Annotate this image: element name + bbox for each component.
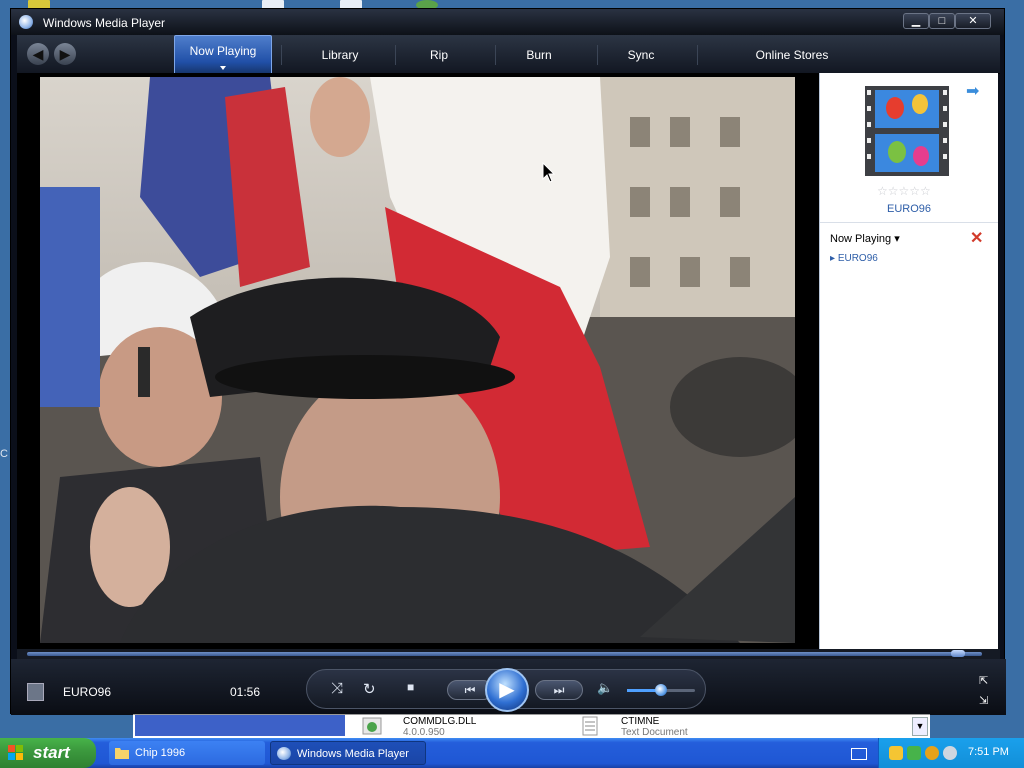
tab-rip[interactable]: Rip bbox=[399, 35, 479, 73]
repeat-button[interactable]: ↻ bbox=[363, 680, 376, 698]
window-title: Windows Media Player bbox=[43, 16, 166, 30]
explorer-file[interactable]: CTIMNE Text Document bbox=[621, 716, 688, 738]
media-info-icon[interactable] bbox=[27, 683, 44, 701]
selected-file[interactable] bbox=[135, 715, 345, 736]
close-button[interactable]: ✕ bbox=[955, 13, 991, 29]
rating-stars[interactable]: ☆☆☆☆☆ bbox=[877, 184, 931, 198]
full-mode-icon[interactable]: ⇱ bbox=[979, 675, 991, 687]
file-name: CTIMNE bbox=[621, 716, 660, 727]
playlist-item[interactable]: ▸ EURO96 bbox=[830, 253, 878, 264]
chevron-down-icon: ▾ bbox=[894, 233, 900, 245]
forward-button[interactable]: ▶ bbox=[54, 43, 76, 65]
search-icon[interactable] bbox=[925, 746, 939, 760]
playlist-item-label: EURO96 bbox=[837, 253, 878, 264]
skin-mode-icon[interactable]: ⇲ bbox=[979, 695, 991, 707]
play-button[interactable]: ▶ bbox=[485, 668, 529, 712]
tab-burn[interactable]: Burn bbox=[499, 35, 579, 73]
maximize-button[interactable]: □ bbox=[929, 13, 955, 29]
explorer-file[interactable]: COMMDLG.DLL 4.0.0.950 bbox=[403, 716, 476, 738]
pane-options-arrow-icon[interactable]: ➡ bbox=[966, 81, 979, 101]
playback-controls: EURO96 01:56 ⤨ ↻ ■ ⏮ ▶ ⏭ 🔈 ⇱ ⇲ bbox=[11, 659, 1006, 715]
tab-divider bbox=[495, 45, 496, 65]
seek-bar[interactable] bbox=[17, 649, 1000, 659]
now-playing-dropdown[interactable]: Now Playing ▾ bbox=[830, 232, 900, 245]
tab-now-playing[interactable]: Now Playing bbox=[174, 35, 272, 73]
tab-sync[interactable]: Sync bbox=[601, 35, 681, 73]
wmp-logo-icon bbox=[19, 15, 33, 29]
tab-library[interactable]: Library bbox=[287, 35, 393, 73]
desktop-edge-glyph: C bbox=[0, 448, 8, 460]
feature-taskbar: ◀ ▶ Now Playing Library Rip Burn Sync On… bbox=[17, 35, 1000, 74]
file-name: COMMDLG.DLL bbox=[403, 716, 477, 727]
media-player-window: Windows Media Player ▁ □ ✕ ◀ ▶ Now Playi… bbox=[10, 8, 1006, 715]
dropdown-label: Now Playing bbox=[830, 233, 892, 245]
explorer-file-strip: COMMDLG.DLL 4.0.0.950 CTIMNE Text Docume… bbox=[133, 714, 930, 739]
text-file-icon[interactable] bbox=[579, 716, 601, 736]
chevron-down-icon bbox=[220, 66, 226, 70]
transport-pod: ⤨ ↻ ■ ⏮ ▶ ⏭ 🔈 bbox=[306, 668, 706, 712]
mute-button[interactable]: 🔈 bbox=[597, 680, 613, 696]
clock[interactable]: 7:51 PM bbox=[968, 746, 1009, 758]
minimize-button[interactable]: ▁ bbox=[903, 13, 929, 29]
taskbar-item-media-player[interactable]: Windows Media Player bbox=[270, 741, 426, 765]
tab-divider bbox=[597, 45, 598, 65]
folder-icon bbox=[115, 748, 129, 759]
album-title[interactable]: EURO96 bbox=[820, 203, 998, 215]
security-shield-icon[interactable] bbox=[889, 746, 903, 760]
seek-handle[interactable] bbox=[950, 650, 965, 657]
dll-file-icon[interactable] bbox=[361, 716, 383, 736]
video-frame[interactable] bbox=[40, 77, 795, 643]
taskbar: start Chip 1996 Windows Media Player 7:5… bbox=[0, 738, 1024, 768]
tab-divider bbox=[395, 45, 396, 65]
video-area[interactable] bbox=[17, 73, 819, 649]
wmp-logo-icon bbox=[277, 747, 291, 760]
start-button[interactable]: start bbox=[0, 738, 96, 768]
next-button[interactable]: ⏭ bbox=[535, 680, 583, 700]
task-label: Chip 1996 bbox=[135, 747, 186, 759]
tab-label: Now Playing bbox=[189, 44, 257, 58]
volume-handle[interactable] bbox=[655, 684, 667, 696]
seek-track[interactable] bbox=[27, 652, 982, 656]
file-type: Text Document bbox=[621, 727, 688, 738]
taskbar-item-chip-1996[interactable]: Chip 1996 bbox=[109, 741, 265, 765]
elapsed-time[interactable]: 01:56 bbox=[230, 685, 260, 699]
keyboard-icon[interactable] bbox=[851, 748, 867, 760]
task-label: Windows Media Player bbox=[297, 748, 409, 760]
tab-divider bbox=[281, 45, 282, 65]
back-button[interactable]: ◀ bbox=[27, 43, 49, 65]
clip-name: EURO96 bbox=[63, 685, 112, 699]
playlist-pane: ➡ ☆☆☆☆☆ EURO96 Now Playing ▾ ✕ ▸ EURO96 bbox=[819, 73, 998, 649]
pane-divider bbox=[820, 222, 998, 223]
start-label: start bbox=[33, 743, 70, 762]
volume-tray-icon[interactable] bbox=[943, 746, 957, 760]
title-bar[interactable]: Windows Media Player ▁ □ ✕ bbox=[11, 9, 1004, 35]
network-icon[interactable] bbox=[907, 746, 921, 760]
album-art-icon[interactable] bbox=[865, 86, 949, 176]
mouse-pointer-icon bbox=[542, 162, 556, 183]
clear-playlist-icon[interactable]: ✕ bbox=[970, 228, 983, 248]
play-indicator-icon: ▸ bbox=[830, 253, 836, 264]
file-version: 4.0.0.950 bbox=[403, 727, 445, 738]
tab-online-stores[interactable]: Online Stores bbox=[707, 35, 877, 73]
stop-button[interactable]: ■ bbox=[407, 680, 414, 694]
scroll-down-button[interactable]: ▼ bbox=[912, 717, 928, 736]
tab-divider bbox=[697, 45, 698, 65]
shuffle-button[interactable]: ⤨ bbox=[331, 680, 343, 697]
windows-logo-icon bbox=[8, 745, 23, 760]
